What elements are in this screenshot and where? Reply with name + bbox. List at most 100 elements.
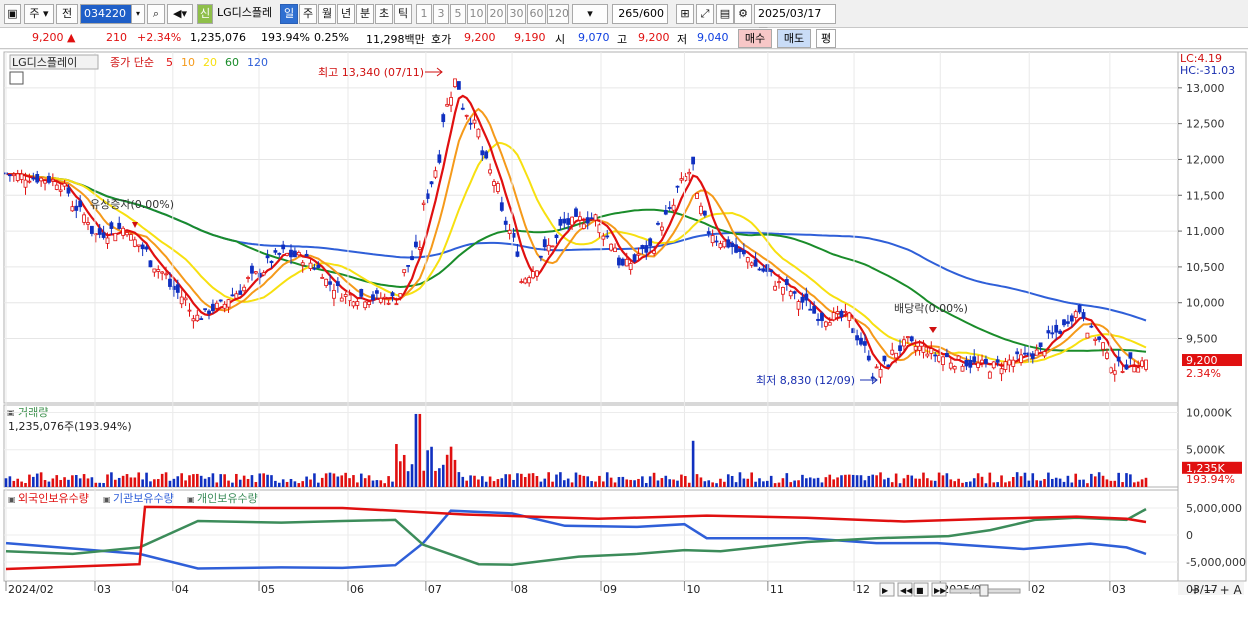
volume-bar: [47, 481, 51, 487]
candle-body: [480, 150, 485, 156]
period-1-button[interactable]: 주: [299, 4, 317, 24]
minute-60-button[interactable]: 60: [527, 4, 546, 24]
minute-1-button[interactable]: 1: [416, 4, 432, 24]
candle-body: [179, 296, 184, 305]
candle-body: [562, 218, 567, 224]
volume-bar: [676, 480, 679, 487]
avg-button[interactable]: 평: [816, 29, 836, 48]
volume-bar: [836, 477, 839, 487]
volume-bar: [352, 475, 355, 487]
volume-bar: [133, 477, 137, 487]
candle-body: [671, 204, 676, 211]
candle-body: [121, 227, 126, 236]
data-count[interactable]: 265/600: [612, 4, 668, 24]
legend-ma-10: 10: [181, 56, 195, 69]
volume-bar: [621, 476, 625, 487]
candle-body: [1023, 352, 1027, 355]
period-3-button[interactable]: 년: [337, 4, 355, 24]
minute-3-button[interactable]: 3: [433, 4, 449, 24]
draw-tool-icon[interactable]: ⤢: [696, 4, 714, 24]
period-0-button[interactable]: 일: [280, 4, 298, 24]
period-5-button[interactable]: 초: [375, 4, 393, 24]
indicator-icon[interactable]: ⊞: [676, 4, 694, 24]
period-type-select[interactable]: 주 ▾: [24, 4, 54, 24]
date-input[interactable]: 2025/03/17 ▦: [754, 4, 836, 38]
sell-button[interactable]: 매도: [777, 29, 811, 48]
volume-bar: [976, 473, 980, 487]
volume-bar: [371, 480, 375, 487]
candle-body: [332, 290, 336, 299]
volume-bar: [633, 480, 636, 487]
candle-body: [999, 368, 1004, 375]
price-tick-label: 10,000: [1186, 297, 1225, 310]
candle-body: [773, 285, 778, 291]
minute-30-button[interactable]: 30: [507, 4, 526, 24]
save-icon[interactable]: ▤: [716, 4, 734, 24]
volume-bar: [910, 475, 914, 487]
zoom-slider-thumb[interactable]: [979, 584, 989, 597]
code-dropdown-icon[interactable]: ▾: [131, 4, 145, 24]
candle-body: [628, 263, 633, 270]
layout-icon[interactable]: ▣: [4, 4, 21, 24]
volume-bar: [754, 481, 757, 487]
volume-bar: [769, 475, 773, 487]
candle-body: [905, 336, 910, 338]
candle-body: [874, 366, 879, 369]
candle-body: [944, 353, 949, 358]
volume-bar: [926, 478, 929, 487]
candle-body: [734, 244, 738, 253]
candle-body: [1073, 311, 1078, 318]
volume-bar: [1097, 472, 1101, 487]
volume-bar: [1000, 475, 1003, 487]
period-6-button[interactable]: 틱: [394, 4, 412, 24]
volume-bar: [1078, 479, 1081, 487]
chart-area[interactable]: 9,500 10,000 10,500 11,000 11,500 12,000 12,50…: [0, 50, 1248, 621]
period-2-button[interactable]: 월: [318, 4, 336, 24]
minute-5-button[interactable]: 5: [450, 4, 466, 24]
volume-bar: [543, 478, 547, 487]
x-tick-label: 08: [514, 583, 528, 596]
candle-body: [659, 226, 664, 231]
volume-bar: [1066, 475, 1070, 487]
mode-select[interactable]: 전: [56, 4, 78, 24]
volume-bar: [32, 476, 35, 487]
candle-body: [351, 301, 356, 307]
period-4-button[interactable]: 분: [356, 4, 374, 24]
candle-body: [27, 180, 32, 183]
buy-button[interactable]: 매수: [738, 29, 772, 48]
candle-body: [1015, 351, 1020, 355]
price-tick-label: 12,000: [1186, 153, 1225, 166]
candle-body: [359, 288, 364, 297]
candle-body: [1062, 319, 1066, 326]
candle-body: [304, 253, 309, 257]
minute-custom-select[interactable]: ▾: [572, 4, 608, 24]
candle-body: [1054, 324, 1059, 333]
bid-price: 9,190: [514, 31, 546, 44]
candle-body: [800, 296, 805, 303]
candle-body: [289, 249, 293, 258]
gear-icon[interactable]: ⚙: [734, 4, 752, 24]
minute-20-button[interactable]: 20: [487, 4, 506, 24]
minute-120-button[interactable]: 120: [547, 4, 569, 24]
candle-body: [558, 219, 563, 226]
volume-bar: [953, 481, 956, 487]
candle-body: [328, 281, 332, 285]
candle-body: [687, 171, 692, 175]
legend-ma-20: 20: [203, 56, 217, 69]
volume-bar: [945, 473, 949, 487]
volume-bar: [1109, 480, 1113, 487]
candle-body: [839, 310, 844, 318]
x-tick-label: 06: [350, 583, 364, 596]
volume-bar: [680, 474, 683, 487]
volume-bar: [629, 479, 632, 487]
quote-bar: 9,200 ▲ 210 +2.34% 1,235,076 193.94% 0.2…: [0, 28, 1248, 49]
volume-bar: [726, 474, 730, 487]
search-icon[interactable]: ⌕: [147, 4, 165, 24]
candle-body: [468, 122, 473, 125]
minute-10-button[interactable]: 10: [467, 4, 486, 24]
speaker-icon[interactable]: ◀▾: [167, 4, 193, 24]
zoom-controls[interactable]: + — + A: [1190, 583, 1243, 597]
volume-bar: [500, 478, 504, 487]
volume-bar: [484, 481, 488, 487]
up-arrow-icon: ▲: [67, 31, 76, 44]
